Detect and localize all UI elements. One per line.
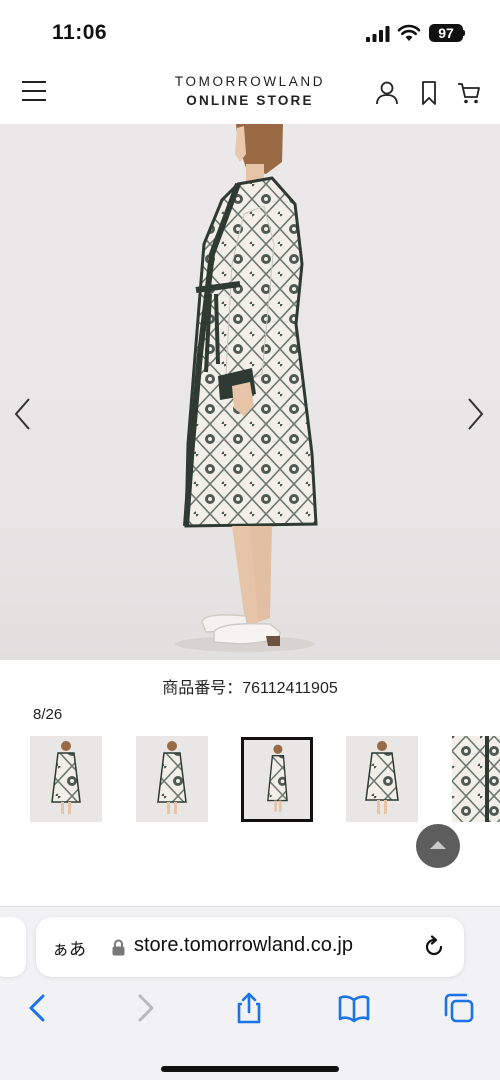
account-icon[interactable] [375, 80, 399, 106]
thumbnail-strip [0, 736, 500, 824]
status-bar: 11:06 97 [0, 0, 500, 62]
lock-icon [112, 939, 125, 956]
thumbnail-item[interactable] [136, 736, 208, 822]
wifi-icon [397, 24, 421, 41]
previous-image-arrow-icon[interactable] [12, 396, 32, 432]
thumbnail-image [51, 741, 81, 814]
browser-toolbar: ぁあ store.tomorrowland.co.jp [0, 906, 500, 1080]
share-icon[interactable] [232, 991, 266, 1025]
bookmark-icon[interactable] [417, 80, 441, 106]
thumbnail-image [365, 741, 399, 814]
battery-indicator: 97 [429, 24, 463, 42]
image-counter: 8/26 [33, 706, 63, 723]
battery-tip [463, 30, 465, 36]
back-icon[interactable] [21, 991, 55, 1025]
scroll-to-top-button[interactable] [416, 824, 460, 868]
address-bar[interactable]: ぁあ store.tomorrowland.co.jp [36, 917, 464, 977]
tabs-icon[interactable] [442, 991, 476, 1025]
logo-line1: TOMORROWLAND [174, 74, 326, 89]
status-time: 11:06 [52, 21, 108, 44]
store-logo[interactable]: TOMORROWLAND ONLINE STORE [150, 74, 350, 108]
site-header: TOMORROWLAND ONLINE STORE [0, 62, 500, 124]
thumbnail-image [157, 741, 187, 814]
thumbnail-item[interactable] [30, 736, 102, 822]
thumbnail-item[interactable] [452, 736, 500, 822]
thumbnail-item[interactable] [346, 736, 418, 822]
cart-icon[interactable] [457, 80, 481, 106]
forward-icon[interactable] [128, 991, 162, 1025]
previous-tab-preview[interactable] [0, 917, 26, 977]
next-image-arrow-icon[interactable] [466, 396, 486, 432]
thumbnail-item-active[interactable] [241, 737, 313, 822]
product-number: 商品番号：76112411905 [162, 680, 338, 697]
menu-icon[interactable] [22, 81, 46, 103]
reload-icon[interactable] [422, 935, 446, 959]
thumbnail-image [452, 736, 500, 822]
home-indicator [161, 1066, 339, 1072]
cellular-signal-icon [366, 26, 390, 42]
model-in-coat-image [175, 124, 318, 652]
bookmarks-icon[interactable] [337, 991, 371, 1025]
thumbnail-image [267, 744, 288, 812]
product-main-image[interactable] [0, 124, 500, 660]
url-text[interactable]: store.tomorrowland.co.jp [134, 934, 353, 957]
logo-line2: ONLINE STORE [186, 93, 314, 108]
page-settings-button[interactable]: ぁあ [52, 935, 86, 960]
